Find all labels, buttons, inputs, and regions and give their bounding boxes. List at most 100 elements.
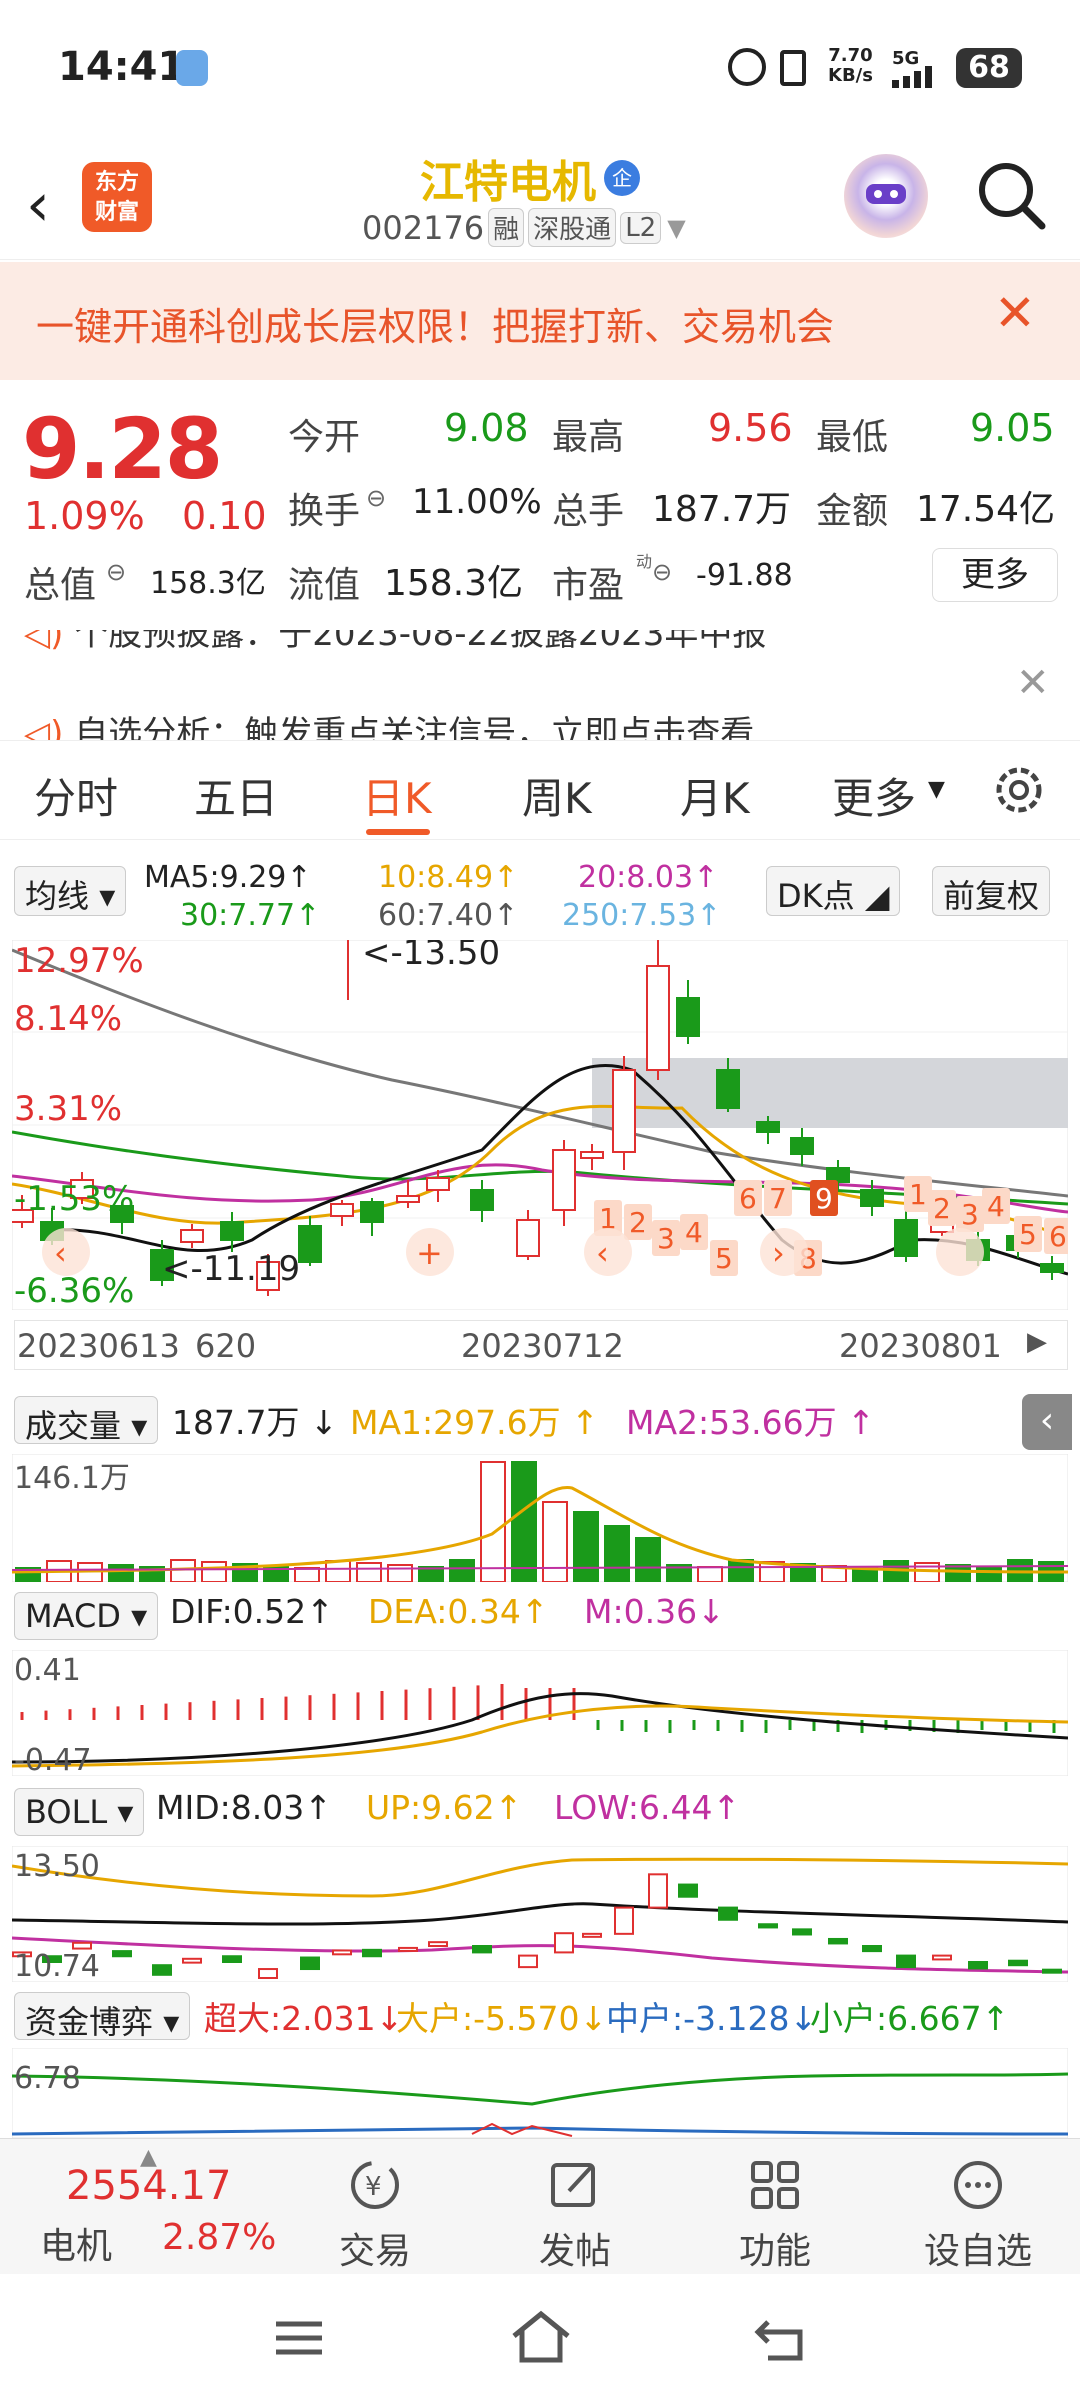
amount-label: 金额 [816,491,889,532]
back-arrow-icon[interactable]: ‹ [26,170,50,240]
notice-line-2[interactable]: ◁) 自选分析：触发重点关注信号，立即点击查看 [24,706,754,740]
close-icon[interactable]: ✕ [994,284,1036,342]
home-icon[interactable] [510,2310,572,2364]
back-icon[interactable] [754,2314,810,2362]
change-percent: 1.09% [24,494,145,538]
volume-value: 187.7万 [172,1403,300,1442]
boll-candle [828,1937,848,1945]
chevron-down-icon[interactable]: ▼ [667,214,685,242]
close-icon[interactable]: ✕ [1016,660,1050,706]
crosshair-icon[interactable]: + [416,1234,443,1272]
candle-body [790,1137,814,1155]
boll-candle [648,1873,668,1909]
tab-monthly-k[interactable]: 月K [680,765,750,826]
tab-daily-k[interactable]: 日K [362,765,432,826]
gear-icon[interactable] [990,761,1048,823]
volume-selector[interactable]: 成交量 ▾ [14,1396,159,1445]
notice-line-1[interactable]: ◁) 个股预披露：于2023-08-22披露2023年中报 [24,630,766,655]
index-percent[interactable]: 2.87% [162,2217,276,2258]
volume-bar [449,1559,475,1582]
prev-arrow-icon[interactable]: ‹ [54,1234,67,1272]
boll-candle [152,1964,172,1976]
volume-bar [294,1567,320,1582]
index-value[interactable]: 2554.17 [66,2163,231,2209]
tab-weekly-k[interactable]: 周K [522,765,592,826]
boll-candle [222,1955,242,1963]
boll-candle [362,1948,382,1958]
y-label: 3.31% [14,1089,122,1129]
volume-bar [325,1560,351,1582]
add-watchlist-button[interactable]: 设自选 [918,2157,1038,2274]
fund-selector[interactable]: 资金博弈 ▾ [14,1992,191,2041]
candle-body [716,1069,740,1109]
signal-marker-label: 3 [657,1222,675,1255]
play-icon[interactable]: ▶ [1027,1327,1047,1357]
signal-marker-label: 7 [769,1182,787,1215]
function-button[interactable]: 功能 [730,2157,820,2274]
tab-more[interactable]: 更多 [832,765,916,826]
boll-candle [932,1954,952,1961]
volume-bar [976,1566,1002,1582]
promo-banner[interactable]: 一键开通科创成长层权限！把握打新、交易机会 ✕ [0,262,1080,380]
volume-bar [356,1562,382,1582]
candle-body [646,965,670,1071]
signal-icon [892,66,942,88]
candlestick-chart[interactable]: 1 2 3 456 789 1 2 3 45 6 <-13.50 <-11.19 12.97% 8… [12,940,1068,1310]
candle-body [426,1177,450,1191]
trade-icon: ¥ [351,2161,399,2209]
index-name[interactable]: 电机 [40,2217,112,2269]
volume-bar [170,1559,196,1582]
next-arrow-icon[interactable]: › [772,1234,785,1272]
menu-icon[interactable] [274,2318,324,2358]
macd-dif: DIF:0.52 [170,1592,307,1631]
edit-icon [551,2163,595,2207]
collapse-arrow-icon[interactable]: ‹ [1022,1394,1072,1450]
pe-superscript: 动 [636,552,653,571]
search-icon[interactable] [976,160,1046,234]
market-cap-label: 总值 [24,565,97,606]
info-icon[interactable]: ⊖ [366,484,386,512]
app-logo[interactable]: 东方 财富 [82,162,152,232]
caret-down-icon[interactable]: ▼ [928,777,945,802]
volume-bar [635,1537,661,1582]
boll-candle [258,1968,278,1980]
tab-five-day[interactable]: 五日 [194,765,278,826]
boll-y-top: 13.50 [14,1849,100,1884]
stock-name[interactable]: 江特电机 [420,146,596,210]
x-label: 20230801 [839,1327,1002,1365]
tab-intraday[interactable]: 分时 [34,765,118,826]
adjust-button[interactable]: 前复权 [932,866,1051,916]
macd-selector[interactable]: MACD ▾ [14,1592,159,1640]
promo-text[interactable]: 一键开通科创成长层权限！把握打新、交易机会 [36,296,834,351]
boll-candle [678,1883,698,1898]
dk-point-button[interactable]: DK点 ◢ [766,866,901,916]
candle-body [676,997,700,1037]
ma-selector[interactable]: 均线 ▾ [14,866,127,916]
boll-candle [1042,1968,1062,1974]
pe-label: 市盈 [552,565,625,606]
trade-button[interactable]: ¥ 交易 [330,2157,420,2274]
signal-marker-label: 5 [715,1242,733,1275]
volume-bar [573,1511,599,1582]
fund-mid: 中户:-3.128 [606,1999,790,2038]
period-tabs: 分时 五日 日K 周K 月K 更多 ▼ [0,740,1080,840]
peak-label: <-13.50 [362,940,500,973]
boll-selector[interactable]: BOLL ▾ [14,1788,145,1836]
post-button[interactable]: 发帖 [530,2157,620,2274]
candle-body [396,1195,420,1203]
candle-body [470,1189,494,1211]
prev-arrow-icon[interactable]: ‹ [596,1234,609,1272]
volume-bar [728,1559,754,1582]
volume-chart: 146.1万 [12,1454,1068,1582]
boll-candle [112,1950,132,1958]
candle-body [756,1121,780,1133]
info-icon[interactable]: ⊖ [652,558,672,586]
info-icon[interactable]: ⊖ [106,558,126,586]
more-dots-icon [954,2161,1002,2209]
more-button[interactable]: 更多 [932,548,1058,602]
robot-assistant-icon[interactable] [844,154,928,238]
status-bar: 14:41 7.70 KB/s 5G 68 [0,0,1080,140]
macd-y-bottom: -0.47 [14,1743,92,1776]
signal-marker-label: 3 [961,1198,979,1231]
y-label: -1.53% [14,1179,134,1219]
